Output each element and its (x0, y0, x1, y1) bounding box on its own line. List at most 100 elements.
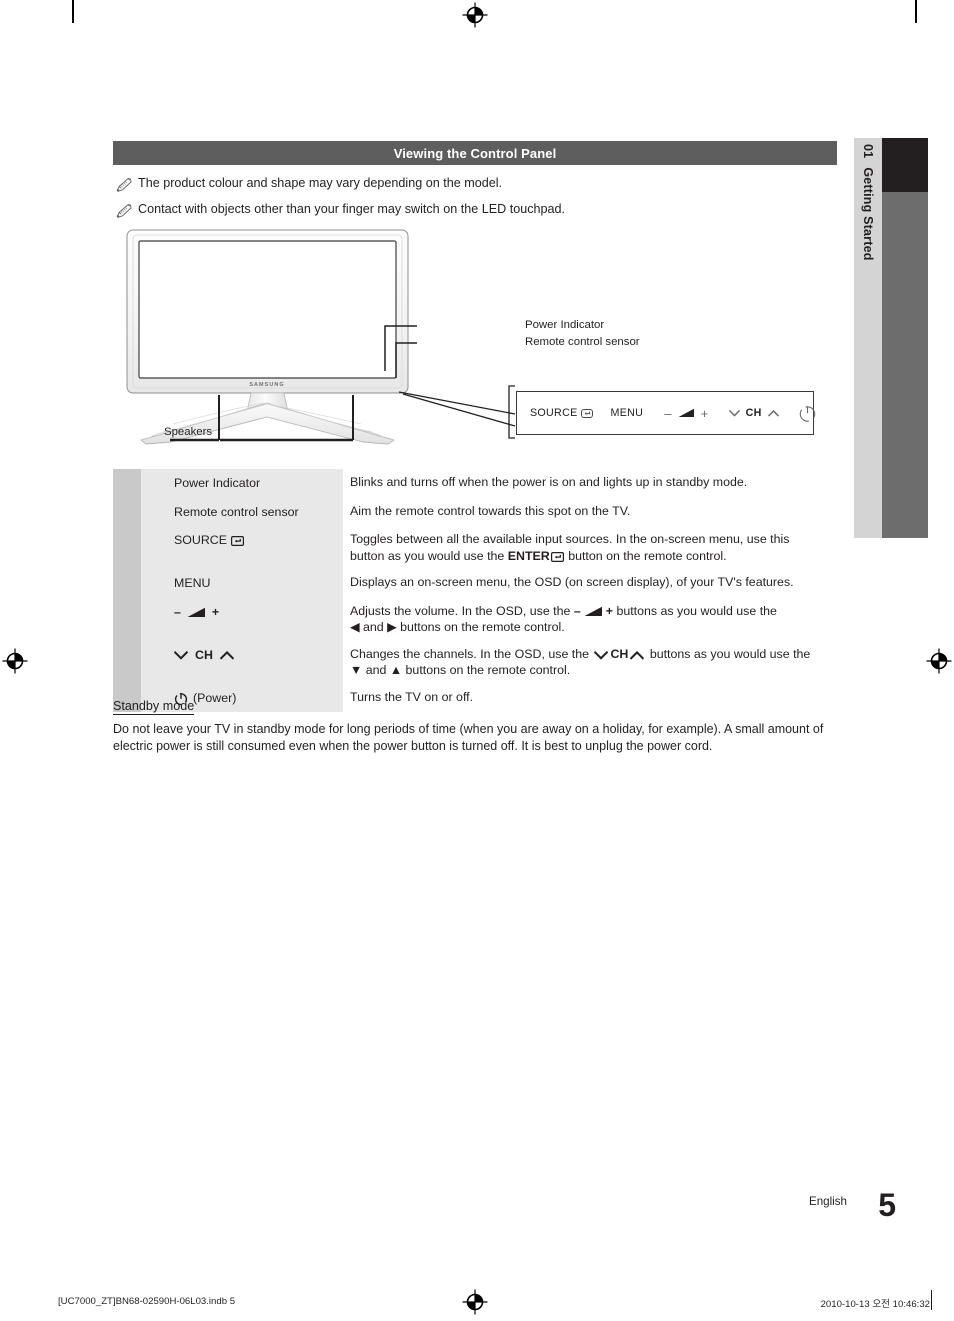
section-heading-text: Viewing the Control Panel (393, 145, 557, 161)
panel-menu-label: MENU (610, 407, 644, 419)
row-description-text-line2-post: button on the remote control. (564, 548, 727, 563)
chevron-up-icon (219, 650, 234, 660)
panel-channel-control[interactable]: CH (728, 407, 779, 419)
row-label-text: (Power) (193, 690, 237, 705)
callout-power-indicator: Power Indicator (525, 319, 605, 331)
chevron-down-icon (728, 409, 740, 417)
row-label: CH (141, 640, 343, 684)
left-arrow-icon: ◀ (350, 620, 360, 635)
note-text: The product colour and shape may vary de… (138, 176, 503, 190)
panel-source-label: SOURCE (530, 407, 578, 419)
enter-keyword: ENTER (507, 548, 550, 563)
panel-source-button[interactable]: SOURCE (530, 407, 593, 419)
pencil-note-icon (116, 178, 132, 193)
enter-return-icon (550, 551, 565, 562)
chapter-tab-label: 01 Getting Started (854, 138, 882, 538)
callout-speakers: Speakers (164, 426, 213, 438)
table-row: MENU Displays an on-screen menu, the OSD… (113, 569, 837, 598)
imprint-timestamp: 2010-10-13 오전 10:46:32 (820, 1299, 930, 1310)
row-description-text: Turns the TV on or off. (350, 689, 474, 704)
row-label-text: MENU (174, 576, 211, 591)
row-label-text: SOURCE (174, 533, 228, 548)
standby-mode-body: Do not leave your TV in standby mode for… (113, 722, 824, 753)
panel-channel-label: CH (745, 407, 762, 419)
volume-wedge-icon (581, 606, 606, 617)
callout-remote-control-sensor: Remote control sensor (525, 336, 640, 348)
registration-mark-right (926, 648, 952, 674)
down-arrow-icon: ▼ (350, 663, 363, 678)
row-description: Changes the channels. In the OSD, use th… (343, 640, 837, 684)
row-swatch (113, 526, 141, 570)
table-row: (Power) Turns the TV on or off. (113, 683, 837, 713)
registration-mark-top (462, 2, 488, 28)
row-description-text-post: buttons as you would use the (646, 646, 811, 661)
registration-mark-bottom (462, 1289, 488, 1315)
volume-wedge-icon (187, 607, 206, 618)
table-row: Power Indicator Blinks and turns off whe… (113, 469, 837, 498)
volume-wedge-icon (678, 408, 695, 418)
panel-volume-control[interactable]: – + (664, 407, 708, 420)
volume-plus-sign: + (211, 604, 220, 619)
chevron-up-icon (628, 650, 646, 660)
table-row: SOURCE Toggles between all the available… (113, 526, 837, 570)
section-heading-bar: Viewing the Control Panel (113, 141, 837, 165)
row-label-text: Power Indicator (174, 476, 261, 490)
crop-mark-top-right (915, 0, 917, 23)
row-description: Aim the remote control towards this spot… (343, 497, 837, 527)
row-description: Adjusts the volume. In the OSD, use the … (343, 597, 837, 641)
chapter-number: 01 (861, 144, 875, 159)
enter-return-icon (231, 535, 245, 546)
row-swatch (113, 597, 141, 641)
panel-power-button[interactable] (798, 404, 817, 423)
chevron-down-icon (174, 650, 188, 660)
row-description-text: Toggles between all the available input … (350, 532, 790, 547)
note-text: Contact with objects other than your fin… (138, 202, 566, 216)
row-description: Turns the TV on or off. (343, 683, 837, 713)
control-panel-strip: SOURCE MENU – + CH (516, 391, 817, 435)
power-symbol-icon (798, 404, 817, 423)
pencil-note-icon (116, 204, 132, 219)
volume-minus-sign: – (664, 405, 672, 421)
table-row: CH Changes the channels. In the OSD, use… (113, 640, 837, 684)
note-item: The product colour and shape may vary de… (116, 176, 502, 193)
row-label: Power Indicator (141, 469, 343, 498)
table-row: Remote control sensor Aim the remote con… (113, 497, 837, 527)
row-label: Remote control sensor (141, 497, 343, 527)
panel-menu-button[interactable]: MENU (611, 407, 644, 419)
row-swatch (113, 497, 141, 527)
row-label-text: CH (195, 647, 213, 662)
chapter-side-tab: 01 Getting Started (854, 138, 928, 538)
note-item: Contact with objects other than your fin… (116, 202, 565, 219)
up-arrow-icon: ▲ (389, 663, 403, 678)
row-description-text-post: buttons as you would use the (613, 603, 777, 618)
row-description-text: Displays an on-screen menu, the OSD (on … (350, 575, 794, 590)
svg-text:SAMSUNG: SAMSUNG (249, 382, 284, 388)
chapter-tab-block-dark (882, 138, 928, 192)
page-number: 5 (878, 1187, 896, 1223)
manual-page: 01 Getting Started Viewing the Control P… (0, 0, 954, 1321)
footer-language: English (808, 1195, 847, 1208)
volume-minus-sign: – (573, 603, 581, 618)
standby-mode-heading: Standby mode (113, 699, 195, 715)
chevron-down-icon (592, 650, 610, 660)
row-description-text-pre: Changes the channels. In the OSD, use th… (350, 646, 593, 661)
row-description-text: Aim the remote control towards this spot… (350, 503, 631, 518)
row-swatch (113, 640, 141, 684)
table-row: – + Adjusts the volume. In the OSD, use … (113, 597, 837, 641)
volume-plus-sign: + (605, 603, 613, 618)
registration-mark-left (2, 648, 28, 674)
volume-plus-sign: + (700, 405, 709, 421)
row-label: MENU (141, 569, 343, 598)
row-description-text: Blinks and turns off when the power is o… (350, 475, 748, 489)
row-description: Toggles between all the available input … (343, 526, 837, 570)
row-description: Displays an on-screen menu, the OSD (on … (343, 569, 837, 598)
chapter-title: Getting Started (861, 167, 875, 261)
row-swatch (113, 469, 141, 498)
conjunction: and (359, 620, 388, 635)
crop-mark-top-left (72, 0, 74, 23)
imprint-filename: [UC7000_ZT]BN68-02590H-06L03.indb 5 (58, 1296, 236, 1307)
chevron-up-icon (767, 409, 779, 417)
volume-minus-sign: – (174, 604, 181, 619)
row-label: SOURCE (141, 526, 343, 570)
conjunction: and (362, 663, 390, 678)
